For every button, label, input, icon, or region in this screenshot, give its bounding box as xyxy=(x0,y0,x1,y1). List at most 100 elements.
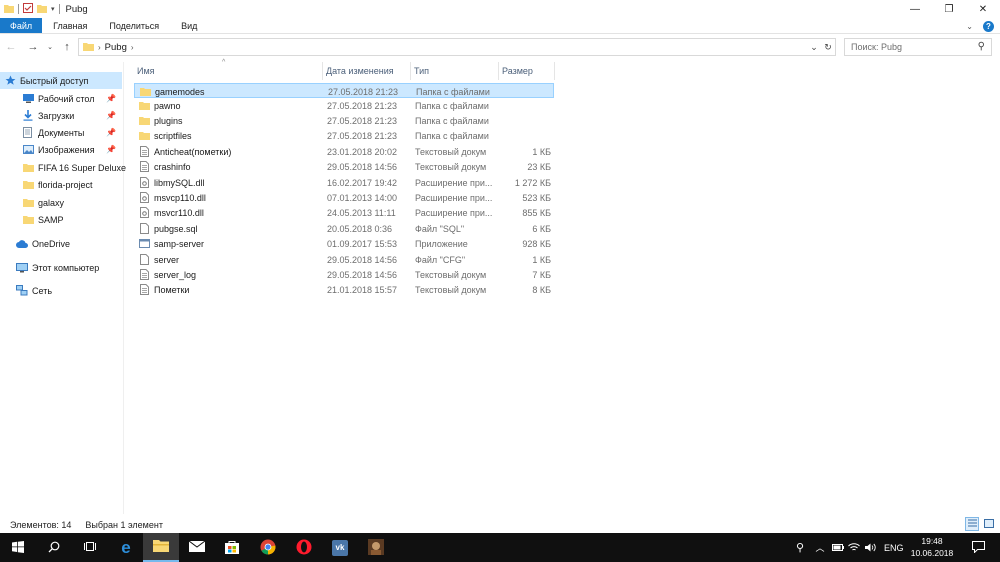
table-row[interactable]: msvcr110.dll 24.05.2013 11:11 Расширение… xyxy=(134,205,554,220)
minimize-button[interactable]: — xyxy=(898,0,932,18)
file-type: Расширение при... xyxy=(415,177,493,188)
pin-icon[interactable]: 📌 xyxy=(106,111,116,120)
customize-quick-access-icon[interactable]: ▾ xyxy=(51,5,55,13)
chevron-right-icon[interactable]: › xyxy=(131,43,134,52)
column-header-name[interactable]: ^ Имя xyxy=(134,59,323,80)
tab-share[interactable]: Поделиться xyxy=(98,18,170,33)
clock[interactable]: 19:48 10.06.2018 xyxy=(908,535,956,559)
maximize-button[interactable]: ❐ xyxy=(932,0,966,18)
file-type: Текстовый докум xyxy=(415,146,487,157)
address-bar[interactable]: › Pubg › ⌄ ↻ xyxy=(78,38,836,56)
table-row[interactable]: plugins 27.05.2018 21:23 Папка с файлами xyxy=(134,113,554,128)
table-row[interactable]: Anticheat(пометки) 23.01.2018 20:02 Текс… xyxy=(134,144,554,159)
nav-item-label: Сеть xyxy=(32,285,53,296)
file-date: 27.05.2018 21:23 xyxy=(328,86,399,97)
chevron-up-icon[interactable]: ︿ xyxy=(810,541,830,554)
search-input[interactable]: Поиск: Pubg ⚲ xyxy=(844,38,992,56)
nav-item-downloads[interactable]: Загрузки 📌 xyxy=(0,107,122,124)
column-header-date[interactable]: Дата изменения xyxy=(323,62,411,80)
file-name: pawno xyxy=(154,100,181,111)
nav-item-galaxy[interactable]: galaxy xyxy=(0,194,122,211)
breadcrumb-current[interactable]: Pubg xyxy=(105,42,127,53)
address-history-icon[interactable]: ⌄ xyxy=(807,42,821,53)
folder-icon xyxy=(22,197,34,209)
table-row[interactable]: scriptfiles 27.05.2018 21:23 Папка с фай… xyxy=(134,128,554,143)
file-explorer-icon xyxy=(153,539,169,554)
battery-icon[interactable] xyxy=(830,544,846,551)
chevron-right-icon[interactable]: › xyxy=(98,43,101,52)
taskbar-app-mail[interactable] xyxy=(179,533,215,562)
nav-item-desktop[interactable]: Рабочий стол 📌 xyxy=(0,90,122,107)
file-name: samp-server xyxy=(154,238,205,249)
details-view-button[interactable] xyxy=(965,517,979,531)
volume-icon[interactable] xyxy=(862,543,878,552)
nav-item-label: galaxy xyxy=(38,197,65,208)
pin-icon[interactable]: 📌 xyxy=(106,128,116,137)
taskbar-app-store[interactable] xyxy=(214,533,250,562)
wifi-icon[interactable] xyxy=(846,543,862,552)
input-language[interactable]: ENG xyxy=(884,543,904,553)
task-view-button[interactable] xyxy=(72,533,108,562)
taskbar-app-file-explorer[interactable] xyxy=(143,533,179,562)
table-row[interactable]: Пометки 21.01.2018 15:57 Текстовый докум… xyxy=(134,282,554,297)
file-date: 07.01.2013 14:00 xyxy=(327,192,398,203)
dll-file-icon xyxy=(138,192,150,204)
table-row[interactable]: msvcp110.dll 07.01.2013 14:00 Расширение… xyxy=(134,190,554,205)
pin-icon[interactable]: 📌 xyxy=(106,145,116,154)
nav-item-label: FIFA 16 Super Deluxe xyxy=(38,162,127,173)
column-header-size[interactable]: Размер xyxy=(499,62,555,80)
tab-home[interactable]: Главная xyxy=(42,18,98,33)
file-icon xyxy=(138,254,150,266)
file-size xyxy=(501,113,551,128)
search-button[interactable] xyxy=(36,533,72,562)
taskbar-app-edge[interactable]: e xyxy=(108,533,144,562)
refresh-icon[interactable]: ↻ xyxy=(821,42,835,53)
nav-item-quick-access[interactable]: Быстрый доступ xyxy=(0,72,122,89)
table-row[interactable]: crashinfo 29.05.2018 14:56 Текстовый док… xyxy=(134,159,554,174)
recent-locations-button[interactable]: ⌄ xyxy=(44,37,56,57)
search-icon[interactable]: ⚲ xyxy=(978,41,985,52)
file-type: Текстовый докум xyxy=(415,161,487,172)
restore-icon: ❐ xyxy=(944,3,954,15)
pin-icon[interactable]: 📌 xyxy=(106,94,116,103)
forward-button[interactable]: → xyxy=(22,37,44,57)
large-icons-view-button[interactable] xyxy=(982,517,996,531)
nav-item-florida-project[interactable]: florida-project xyxy=(0,176,122,193)
table-row[interactable]: server_log 29.05.2018 14:56 Текстовый до… xyxy=(134,267,554,282)
taskbar-app-game[interactable] xyxy=(358,533,394,562)
properties-icon[interactable] xyxy=(23,3,33,15)
close-button[interactable]: ✕ xyxy=(966,0,1000,18)
new-folder-icon[interactable] xyxy=(37,4,47,15)
table-row[interactable]: pawno 27.05.2018 21:23 Папка с файлами xyxy=(134,98,554,113)
up-button[interactable]: ↑ xyxy=(56,37,78,57)
taskbar-app-chrome[interactable] xyxy=(250,533,286,562)
table-row[interactable]: pubgse.sql 20.05.2018 0:36 Файл "SQL" 6 … xyxy=(134,221,554,236)
table-row[interactable]: server 29.05.2018 14:56 Файл "CFG" 1 КБ xyxy=(134,252,554,267)
nav-item-network[interactable]: Сеть xyxy=(0,282,122,299)
help-icon[interactable]: ? xyxy=(983,20,994,32)
nav-item-onedrive[interactable]: OneDrive xyxy=(0,235,122,252)
taskbar-app-vk[interactable]: vk xyxy=(322,533,358,562)
nav-item-fifa[interactable]: FIFA 16 Super Deluxe xyxy=(0,159,126,176)
back-button[interactable]: ← xyxy=(0,37,22,57)
nav-item-pictures[interactable]: Изображения 📌 xyxy=(0,141,122,158)
nav-item-documents[interactable]: Документы 📌 xyxy=(0,124,122,141)
file-name: server_log xyxy=(154,269,197,280)
nav-item-this-pc[interactable]: Этот компьютер xyxy=(0,259,122,276)
file-list: ^ Имя Дата изменения Тип Размер gamemode… xyxy=(134,59,1000,514)
large-icons-view-icon xyxy=(984,518,994,530)
folder-icon xyxy=(139,86,151,98)
taskbar-app-opera[interactable] xyxy=(286,533,322,562)
table-row[interactable]: gamemodes 27.05.2018 21:23 Папка с файла… xyxy=(134,83,554,98)
tab-file[interactable]: Файл xyxy=(0,18,43,33)
people-icon[interactable]: ⚲ xyxy=(790,541,810,554)
column-header-type[interactable]: Тип xyxy=(411,62,499,80)
nav-item-samp[interactable]: SAMP xyxy=(0,211,122,228)
start-icon xyxy=(12,540,24,555)
action-center-button[interactable] xyxy=(958,533,998,562)
table-row[interactable]: libmySQL.dll 16.02.2017 19:42 Расширение… xyxy=(134,175,554,190)
table-row[interactable]: samp-server 01.09.2017 15:53 Приложение … xyxy=(134,236,554,251)
start-button[interactable] xyxy=(0,533,36,562)
expand-ribbon-icon[interactable]: ⌄ xyxy=(966,22,973,31)
tab-view[interactable]: Вид xyxy=(170,18,208,33)
